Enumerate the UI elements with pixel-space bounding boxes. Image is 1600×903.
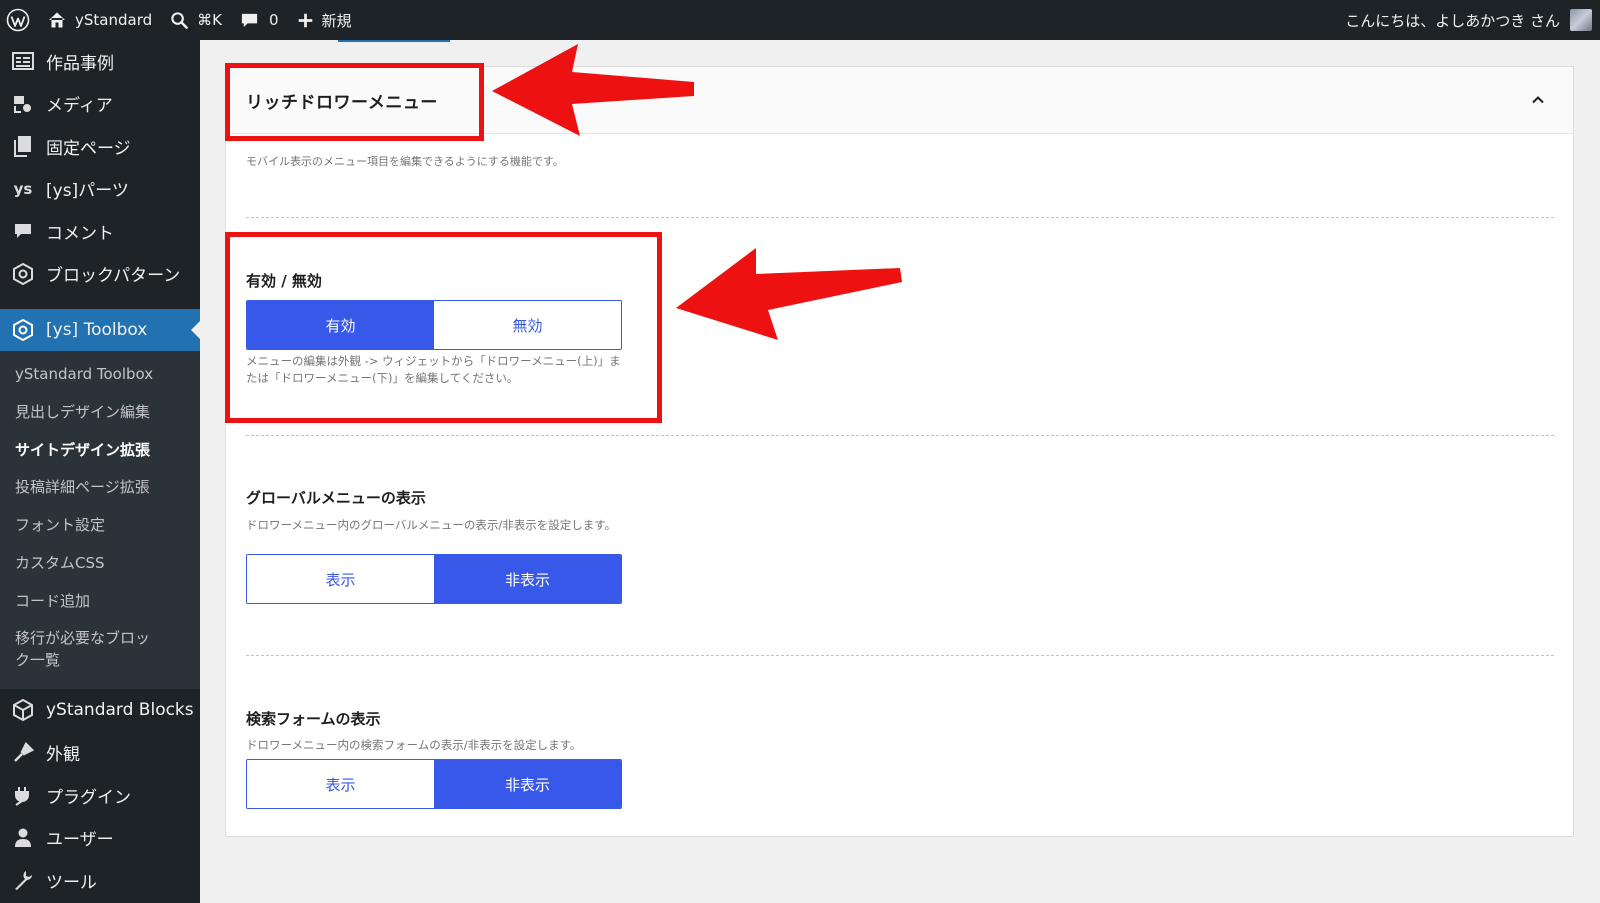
sidebar-item-label: ユーザー <box>46 830 114 850</box>
sidebar-item-label: プラグイン <box>46 787 131 808</box>
sidebar-item-cube[interactable]: yStandard Blocks <box>0 689 200 732</box>
sidebar-item-plugins[interactable]: プラグイン <box>0 774 200 817</box>
submenu-item[interactable]: 移行が必要なブロック一覧 <box>0 621 170 681</box>
comments-link[interactable]: 0 <box>231 0 288 40</box>
tools-icon <box>10 867 36 893</box>
appearance-icon <box>10 740 36 766</box>
active-tab-indicator <box>338 40 450 42</box>
global-menu-toggle-group: 表示 非表示 <box>246 554 622 604</box>
search-icon <box>171 11 188 29</box>
global-menu-help-text: ドロワーメニュー内のグローバルメニューの表示/非表示を設定します。 <box>246 518 617 532</box>
search-form-help-text: ドロワーメニュー内の検索フォームの表示/非表示を設定します。 <box>246 738 582 752</box>
sidebar-item-appearance[interactable]: 外観 <box>0 731 200 774</box>
search-form-hide-button[interactable]: 非表示 <box>434 760 621 808</box>
panel-description: モバイル表示のメニュー項目を編集できるようにする機能です。 <box>246 155 564 168</box>
submenu-item[interactable]: 投稿詳細ページ拡張 <box>0 470 200 508</box>
media-icon <box>10 91 36 117</box>
rich-drawer-menu-panel: リッチドロワーメニュー モバイル表示のメニュー項目を編集できるようにする機能です… <box>225 66 1574 837</box>
sidebar-item-pages[interactable]: 固定ページ <box>0 125 200 168</box>
new-label: 新規 <box>321 11 352 30</box>
annotation-box-title <box>225 63 484 141</box>
sidebar-item-media[interactable]: メディア <box>0 83 200 126</box>
sidebar-item-portfolio[interactable]: 作品事例 <box>0 40 200 83</box>
sidebar-item-label: コメント <box>46 223 114 244</box>
pages-icon <box>10 133 36 159</box>
comment-bubble-icon <box>241 13 258 27</box>
sidebar-item-label: ブロックパターン <box>46 266 181 287</box>
search-form-field-label: 検索フォームの表示 <box>246 710 381 728</box>
portfolio-icon <box>10 48 36 74</box>
cube-icon <box>10 697 36 723</box>
comments-icon <box>10 218 36 244</box>
submenu-item[interactable]: yStandard Toolbox <box>0 357 200 395</box>
my-account-menu[interactable]: こんにちは、よしあかつき さん <box>1345 0 1592 40</box>
site-name-link[interactable]: yStandard <box>38 0 161 40</box>
sidebar-item-users[interactable]: ユーザー <box>0 816 200 859</box>
annotation-box-toggle <box>225 232 662 423</box>
wordpress-logo-icon[interactable] <box>0 0 38 40</box>
users-icon <box>10 825 36 851</box>
submenu-item[interactable]: カスタムCSS <box>0 546 200 584</box>
sidebar-item-block-pattern[interactable]: ブロックパターン <box>0 253 200 296</box>
ys-parts-icon: ys <box>13 179 33 198</box>
block-pattern-icon <box>10 261 36 287</box>
sidebar-item-label: 固定ページ <box>46 138 131 159</box>
plus-icon <box>298 13 312 27</box>
plugins-icon <box>10 782 36 808</box>
toolbox-icon <box>10 317 36 343</box>
comments-count: 0 <box>268 11 279 29</box>
sidebar-item-label: [ys] Toolbox <box>46 320 148 340</box>
submenu-item[interactable]: 見出しデザイン編集 <box>0 395 200 433</box>
home-icon <box>49 12 65 28</box>
divider <box>246 655 1554 656</box>
sidebar-item-tools[interactable]: ツール <box>0 859 200 902</box>
sidebar-item-label: [ys]パーツ <box>46 181 129 202</box>
site-name: yStandard <box>75 11 153 29</box>
search-form-show-button[interactable]: 表示 <box>247 760 434 808</box>
sidebar-item-label: 外観 <box>46 745 80 765</box>
global-menu-hide-button[interactable]: 非表示 <box>434 555 621 603</box>
sidebar-item-ys-toolbox[interactable]: [ys] Toolbox <box>0 309 200 351</box>
divider <box>246 217 1554 218</box>
sidebar-item-label: ツール <box>46 872 97 893</box>
sidebar-item-label: yStandard Blocks <box>46 700 194 720</box>
global-menu-field-label: グローバルメニューの表示 <box>246 489 426 507</box>
submenu-item[interactable]: サイトデザイン拡張 <box>0 433 200 471</box>
avatar <box>1570 9 1592 31</box>
chevron-up-icon[interactable] <box>1525 87 1551 113</box>
annotation-arrow-icon <box>492 44 694 136</box>
greeting-text: こんにちは、よしあかつき さん <box>1345 11 1560 30</box>
annotation-arrow-icon <box>676 248 902 340</box>
sidebar-item-comments[interactable]: コメント <box>0 210 200 253</box>
toolbox-submenu: yStandard Toolbox 見出しデザイン編集 サイトデザイン拡張 投稿詳細ペ… <box>0 351 200 689</box>
admin-sidebar: 作品事例メディア固定ページ ys [ys]パーツ コメントブロックパターン [ys] … <box>0 40 200 903</box>
command-search-button[interactable]: ⌘K <box>161 0 231 40</box>
sidebar-item-ys-parts[interactable]: ys [ys]パーツ <box>0 168 200 211</box>
admin-bar: yStandard ⌘K 0 新規 こんにちは、よしあかつき さん <box>0 0 1600 40</box>
submenu-item[interactable]: フォント設定 <box>0 508 200 546</box>
main-content: リッチドロワーメニュー モバイル表示のメニュー項目を編集できるようにする機能です… <box>200 40 1600 903</box>
submenu-item[interactable]: コード追加 <box>0 584 200 622</box>
sidebar-item-label: 作品事例 <box>46 53 114 74</box>
sidebar-item-label: メディア <box>46 96 113 117</box>
search-form-toggle-group: 表示 非表示 <box>246 759 622 809</box>
global-menu-show-button[interactable]: 表示 <box>247 555 434 603</box>
divider <box>246 435 1554 436</box>
search-shortcut: ⌘K <box>197 11 222 29</box>
new-content-menu[interactable]: 新規 <box>288 0 361 40</box>
